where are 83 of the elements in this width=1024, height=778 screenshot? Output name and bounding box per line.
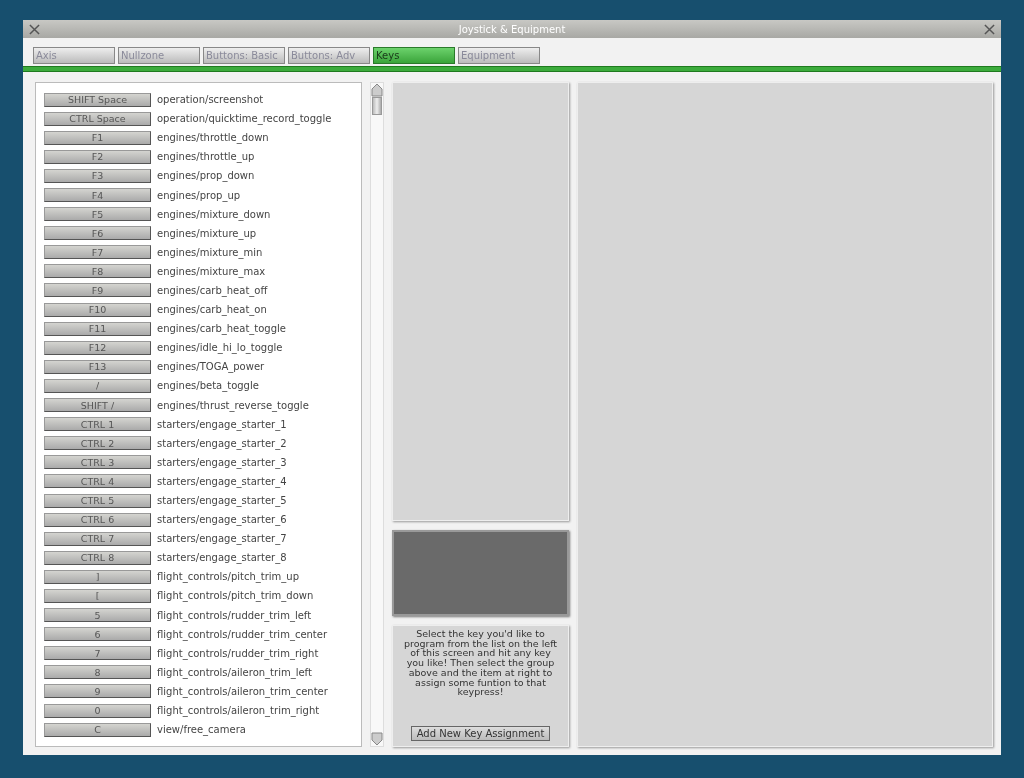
key-button[interactable]: C xyxy=(44,722,151,737)
key-button[interactable]: 7 xyxy=(44,646,151,661)
scroll-up-icon[interactable] xyxy=(371,83,383,97)
key-button[interactable]: CTRL 7 xyxy=(44,531,151,546)
command-label: starters/engage_starter_3 xyxy=(157,456,287,468)
key-button[interactable]: CTRL 8 xyxy=(44,550,151,565)
scroll-down-icon[interactable] xyxy=(371,732,383,746)
key-button[interactable]: F11 xyxy=(44,321,151,336)
key-button[interactable]: F10 xyxy=(44,302,151,317)
tab[interactable]: Keys xyxy=(373,47,455,64)
key-button[interactable]: F12 xyxy=(44,340,151,355)
key-button[interactable]: F5 xyxy=(44,207,151,222)
key-button[interactable]: SHIFT / xyxy=(44,398,151,413)
key-button[interactable]: CTRL Space xyxy=(44,111,151,126)
command-label: engines/beta_toggle xyxy=(157,380,259,392)
tab[interactable]: Nullzone xyxy=(118,47,200,64)
command-label: starters/engage_starter_1 xyxy=(157,418,287,430)
tab[interactable]: Buttons: Adv xyxy=(288,47,370,64)
key-button[interactable]: CTRL 6 xyxy=(44,512,151,527)
command-label: starters/engage_starter_7 xyxy=(157,533,287,545)
key-button[interactable]: 9 xyxy=(44,684,151,699)
command-label: flight_controls/aileron_trim_center xyxy=(157,685,328,697)
command-label: engines/TOGA_power xyxy=(157,361,265,373)
key-button[interactable]: F9 xyxy=(44,283,151,298)
add-key-button[interactable]: Add New Key Assignment xyxy=(410,726,551,741)
key-button[interactable]: F1 xyxy=(44,130,151,145)
command-label: flight_controls/pitch_trim_up xyxy=(157,571,300,583)
key-button[interactable]: CTRL 1 xyxy=(44,417,151,432)
close-icon[interactable] xyxy=(984,23,995,35)
command-label: flight_controls/rudder_trim_center xyxy=(157,628,328,640)
key-button[interactable]: 5 xyxy=(44,608,151,623)
tab[interactable]: Axis xyxy=(33,47,115,64)
command-label: engines/mixture_down xyxy=(157,208,271,220)
command-label: engines/prop_down xyxy=(157,170,255,182)
key-button[interactable]: CTRL 4 xyxy=(44,474,151,489)
command-label: flight_controls/rudder_trim_left xyxy=(157,609,312,621)
command-label: starters/engage_starter_8 xyxy=(157,552,287,564)
key-button[interactable]: ] xyxy=(44,569,151,584)
key-button[interactable]: F3 xyxy=(44,168,151,183)
command-label: flight_controls/pitch_trim_down xyxy=(157,590,314,602)
command-label: starters/engage_starter_4 xyxy=(157,475,287,487)
command-label: engines/carb_heat_toggle xyxy=(157,323,286,335)
key-button[interactable]: F2 xyxy=(44,149,151,164)
command-label: engines/prop_up xyxy=(157,189,241,201)
key-button[interactable]: CTRL 3 xyxy=(44,455,151,470)
command-label: engines/idle_hi_lo_toggle xyxy=(157,342,283,354)
command-label: engines/mixture_min xyxy=(157,246,263,258)
command-label: engines/thrust_reverse_toggle xyxy=(157,399,309,411)
scrollbar[interactable] xyxy=(370,82,384,747)
command-label: operation/screenshot xyxy=(157,94,264,106)
command-label: starters/engage_starter_5 xyxy=(157,495,287,506)
help-text: Select the key you'd like to program from the list on the left of this screen and hit any key you like! Then select the group above and the item at right to assign some funtion to that keypress! xyxy=(402,629,559,697)
command-label: flight_controls/rudder_trim_right xyxy=(157,647,319,659)
command-label: engines/mixture_max xyxy=(157,265,266,277)
key-button[interactable]: F6 xyxy=(44,226,151,241)
command-label: engines/mixture_up xyxy=(157,227,257,239)
key-button[interactable]: [ xyxy=(44,589,151,603)
key-button[interactable]: SHIFT Space xyxy=(44,92,151,107)
scroll-thumb[interactable] xyxy=(372,97,382,115)
key-button[interactable]: / xyxy=(44,378,151,393)
command-label: engines/throttle_up xyxy=(157,151,255,163)
key-button[interactable]: CTRL 2 xyxy=(44,436,151,451)
command-label: operation/quicktime_record_toggle xyxy=(157,113,332,125)
key-button[interactable]: 0 xyxy=(44,703,151,718)
key-button[interactable]: CTRL 5 xyxy=(44,493,151,508)
command-label: engines/carb_heat_on xyxy=(157,304,267,316)
tab[interactable]: Buttons: Basic xyxy=(203,47,285,64)
command-label: starters/engage_starter_2 xyxy=(157,437,287,449)
command-label: engines/throttle_down xyxy=(157,132,269,144)
key-button[interactable]: F13 xyxy=(44,359,151,374)
command-label: view/free_camera xyxy=(157,724,246,736)
key-button[interactable]: F8 xyxy=(44,264,151,279)
window-title: Joystick & Equipment xyxy=(457,23,567,35)
close-icon[interactable] xyxy=(29,23,40,35)
command-label: flight_controls/aileron_trim_right xyxy=(157,705,320,717)
key-button[interactable]: 6 xyxy=(44,627,151,642)
tab[interactable]: Equipment xyxy=(458,47,540,64)
command-label: flight_controls/aileron_trim_left xyxy=(157,666,312,678)
key-button[interactable]: F7 xyxy=(44,245,151,260)
command-label: starters/engage_starter_6 xyxy=(157,514,287,526)
key-button[interactable]: 8 xyxy=(44,665,151,680)
command-label: engines/carb_heat_off xyxy=(157,285,268,296)
key-button[interactable]: F4 xyxy=(44,188,151,202)
